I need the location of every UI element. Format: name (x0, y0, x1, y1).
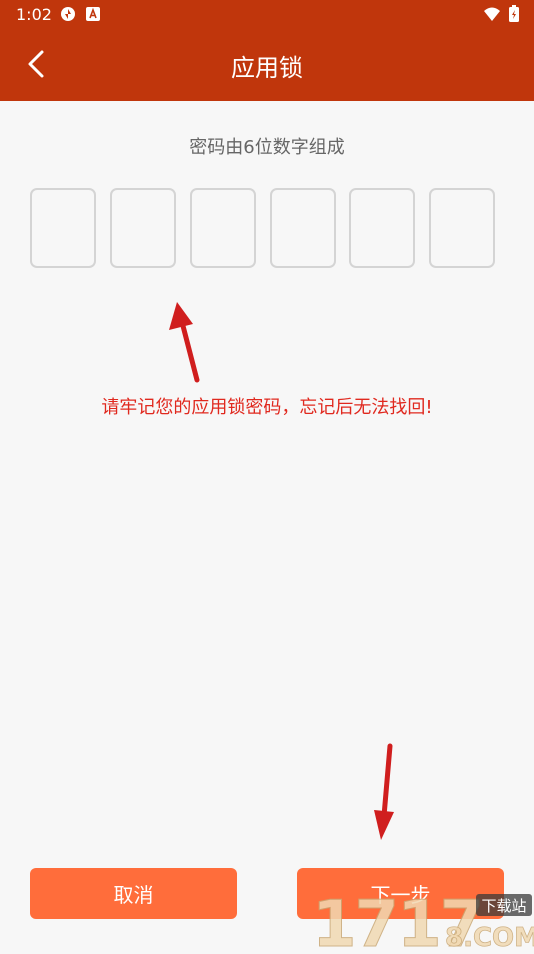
app-header: 1:02 应用锁 (0, 0, 534, 101)
a-notification-icon (86, 7, 100, 21)
sync-icon (61, 7, 75, 21)
pin-instructions: 密码由6位数字组成 (189, 137, 345, 158)
status-time: 1:02 (16, 5, 52, 24)
pin-digit-1[interactable] (30, 188, 96, 268)
pin-digit-2[interactable] (110, 188, 176, 268)
next-button[interactable]: 下一步 (297, 868, 504, 919)
wifi-icon (484, 7, 500, 21)
pin-digit-3[interactable] (190, 188, 256, 268)
title-bar: 应用锁 (0, 28, 534, 101)
cancel-button[interactable]: 取消 (30, 868, 237, 919)
page-title: 应用锁 (231, 54, 303, 82)
pin-digit-5[interactable] (349, 188, 415, 268)
status-bar: 1:02 (0, 0, 534, 28)
svg-text:8.COM: 8.COM (445, 923, 534, 950)
pin-digit-6[interactable] (429, 188, 495, 268)
battery-charging-icon (509, 5, 519, 22)
pin-digit-4[interactable] (270, 188, 336, 268)
annotation-arrow-down-icon (374, 743, 394, 840)
annotation-arrow-up-icon (169, 302, 200, 383)
warning-message: 请牢记您的应用锁密码，忘记后无法找回! (101, 397, 433, 418)
